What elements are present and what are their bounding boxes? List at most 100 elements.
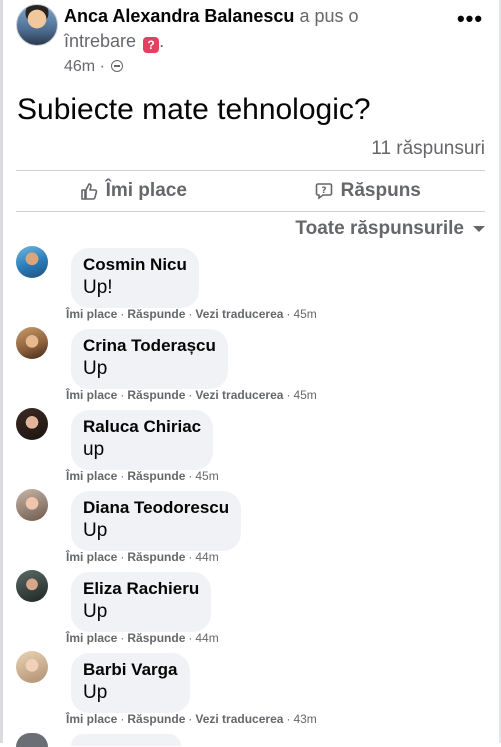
commenter-avatar[interactable] [16, 651, 48, 683]
comment-bubble: Raluca Chiriac up [71, 410, 214, 470]
comment-bubble: Crina Toderașcu Up [71, 329, 228, 389]
comment-item: Diana Teodorescu Up Îmi place · Răspunde · 44m [16, 489, 485, 570]
meta-dot: · [99, 58, 105, 75]
comment-like-button[interactable]: Îmi place [66, 550, 117, 564]
caret-down-icon [473, 226, 485, 232]
comment-like-button[interactable]: Îmi place [66, 631, 117, 645]
comment-like-button[interactable]: Îmi place [66, 307, 117, 321]
separator-dot: · [188, 388, 193, 402]
post-header-text: Anca Alexandra Balanescu a pus o întreba… [64, 4, 444, 54]
separator-dot: · [188, 307, 193, 321]
commenter-name[interactable]: Raluca Chiriac [83, 416, 201, 438]
comment-like-button[interactable]: Îmi place [66, 712, 117, 726]
comment-bubble: Cosmin Nicu Up! [71, 248, 199, 308]
comment-item: Raluca Chiriac up Îmi place · Răspunde · 45m [16, 408, 485, 489]
more-options-button[interactable]: ••• [455, 8, 485, 32]
author-avatar[interactable] [16, 4, 58, 46]
comment-actions: Îmi place · Răspunde · Vezi traducerea · 43m [66, 712, 317, 726]
separator-dot: · [120, 388, 125, 402]
comment-reply-button[interactable]: Răspunde [127, 469, 185, 483]
author-name[interactable]: Anca Alexandra Balanescu [64, 6, 294, 26]
comment-bubble: Diana Teodorescu Up [71, 491, 242, 551]
partial-comment-avatar [16, 733, 48, 747]
separator-dot: · [286, 307, 291, 321]
commenter-name[interactable]: Eliza Rachieru [83, 578, 199, 600]
sort-dropdown[interactable]: Toate răspunsurile [295, 218, 485, 240]
sort-label: Toate răspunsurile [295, 218, 464, 239]
separator-dot: · [188, 712, 193, 726]
comment-like-button[interactable]: Îmi place [66, 469, 117, 483]
comment-reply-button[interactable]: Răspunde [127, 550, 185, 564]
post-time[interactable]: 46m [64, 58, 95, 75]
comment-text: Up [83, 358, 108, 379]
comment-text: up [83, 439, 105, 460]
comment-like-button[interactable]: Îmi place [66, 388, 117, 402]
commenter-avatar[interactable] [16, 408, 48, 440]
post-meta: 46m · [64, 58, 124, 76]
comment-actions: Îmi place · Răspunde · Vezi traducerea · 45m [66, 388, 317, 402]
comment-list: Cosmin Nicu Up! Îmi place · Răspunde · Vezi tr… [16, 246, 485, 732]
comment-time[interactable]: 43m [293, 712, 316, 726]
comment-reply-button[interactable]: Răspunde [127, 388, 185, 402]
comment-time[interactable]: 44m [195, 631, 218, 645]
audience-globe-icon[interactable] [111, 60, 124, 72]
comment-reply-button[interactable]: Răspunde [127, 712, 185, 726]
comment-reply-button[interactable]: Răspunde [127, 307, 185, 321]
commenter-name[interactable]: Diana Teodorescu [83, 497, 229, 519]
comment-actions: Îmi place · Răspunde · 44m [66, 631, 219, 645]
comment-time[interactable]: 44m [195, 550, 218, 564]
commenter-name[interactable]: Cosmin Nicu [83, 254, 187, 276]
comment-item: Cosmin Nicu Up! Îmi place · Răspunde · Vezi tr… [16, 246, 485, 327]
comment-time[interactable]: 45m [195, 469, 218, 483]
comment-item: Barbi Varga Up Îmi place · Răspunde · Vezi tra… [16, 651, 485, 732]
post-title: Subiecte mate tehnologic? [17, 93, 371, 126]
partial-comment-bubble [71, 734, 181, 746]
comment-item: Crina Toderașcu Up Îmi place · Răspunde · Vezi… [16, 327, 485, 408]
like-button[interactable]: Îmi place [16, 171, 251, 211]
comment-reply-button[interactable]: Răspunde [127, 631, 185, 645]
comment-actions: Îmi place · Răspunde · 44m [66, 550, 219, 564]
separator-dot: · [286, 712, 291, 726]
question-bubble-icon: ? [315, 183, 332, 200]
reply-count[interactable]: 11 răspunsuri [371, 138, 485, 160]
reply-label: Răspuns [340, 180, 421, 201]
comment-time[interactable]: 45m [293, 388, 316, 402]
comment-text: Up [83, 601, 108, 622]
commenter-avatar[interactable] [16, 246, 48, 278]
comment-item: Eliza Rachieru Up Îmi place · Răspunde · 44m [16, 570, 485, 651]
commenter-avatar[interactable] [16, 327, 48, 359]
separator-dot: · [120, 631, 125, 645]
commenter-name[interactable]: Crina Toderașcu [83, 335, 216, 357]
thumbs-up-icon [80, 183, 97, 200]
separator-dot: · [120, 712, 125, 726]
see-translation-button[interactable]: Vezi traducerea [195, 388, 283, 402]
separator-dot: · [188, 631, 193, 645]
comment-actions: Îmi place · Răspunde · 45m [66, 469, 219, 483]
comment-text: Up! [83, 277, 113, 298]
commenter-avatar[interactable] [16, 489, 48, 521]
comment-time[interactable]: 45m [293, 307, 316, 321]
comment-bubble: Barbi Varga Up [71, 653, 190, 713]
like-label: Îmi place [105, 180, 187, 201]
svg-text:?: ? [321, 186, 326, 196]
comment-actions: Îmi place · Răspunde · Vezi traducerea · 45m [66, 307, 317, 321]
commenter-name[interactable]: Barbi Varga [83, 659, 178, 681]
separator-dot: · [120, 469, 125, 483]
separator-dot: · [286, 388, 291, 402]
comment-bubble: Eliza Rachieru Up [71, 572, 212, 632]
comment-text: Up [83, 682, 108, 703]
question-icon: ? [143, 37, 160, 53]
left-border [0, 0, 3, 743]
comment-text: Up [83, 520, 108, 541]
header-action-text: a pus o [299, 6, 359, 26]
see-translation-button[interactable]: Vezi traducerea [195, 307, 283, 321]
action-bar: Îmi place ? Răspuns [16, 170, 485, 212]
header-suffix: . [159, 31, 165, 51]
separator-dot: · [188, 550, 193, 564]
reply-button[interactable]: ? Răspuns [251, 171, 486, 211]
commenter-avatar[interactable] [16, 570, 48, 602]
post-header: Anca Alexandra Balanescu a pus o întreba… [16, 4, 485, 80]
separator-dot: · [120, 550, 125, 564]
see-translation-button[interactable]: Vezi traducerea [195, 712, 283, 726]
separator-dot: · [120, 307, 125, 321]
